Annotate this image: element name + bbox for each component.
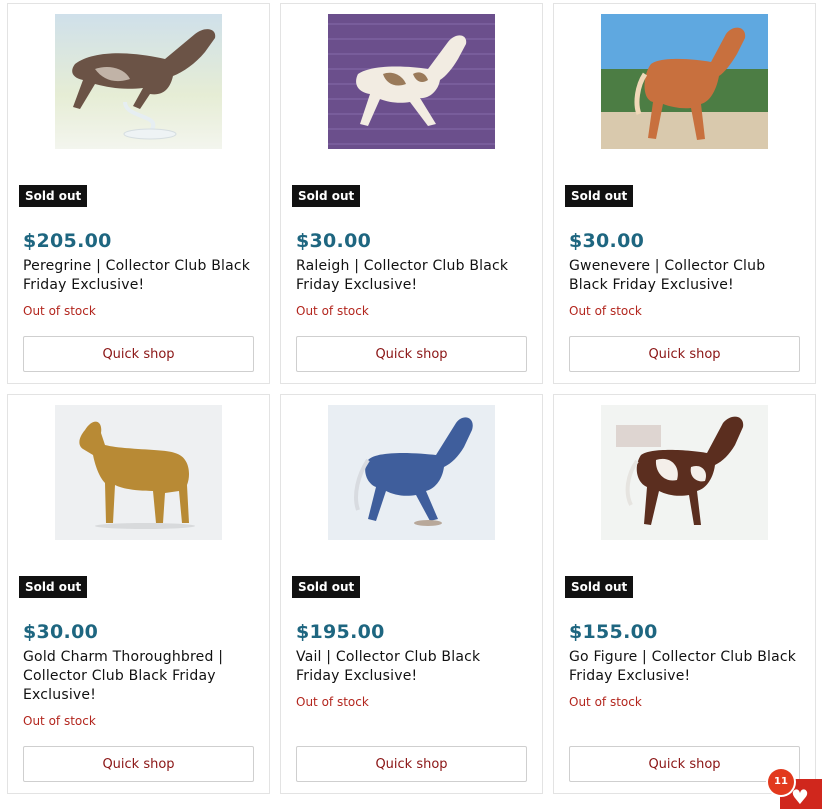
product-price: $30.00 [569, 230, 645, 252]
product-price: $30.00 [23, 621, 99, 643]
product-price: $205.00 [23, 230, 112, 252]
product-image[interactable] [55, 14, 222, 149]
product-title[interactable]: Gold Charm Thoroughbred | Collector Club… [23, 648, 253, 705]
stock-status: Out of stock [296, 695, 369, 709]
stock-status: Out of stock [569, 695, 642, 709]
product-card[interactable]: Sold out $30.00 Gold Charm Thoroughbred … [7, 394, 270, 794]
product-title[interactable]: Peregrine | Collector Club Black Friday … [23, 257, 253, 295]
sold-out-badge: Sold out [565, 576, 634, 598]
product-title[interactable]: Go Figure | Collector Club Black Friday … [569, 648, 799, 686]
heart-icon: ♥ [791, 785, 809, 809]
stock-status: Out of stock [23, 304, 96, 318]
product-image[interactable] [328, 14, 495, 149]
product-image[interactable] [601, 405, 768, 540]
quick-shop-button[interactable]: Quick shop [569, 746, 800, 782]
quick-shop-button[interactable]: Quick shop [296, 746, 527, 782]
product-title[interactable]: Gwenevere | Collector Club Black Friday … [569, 257, 799, 295]
stock-status: Out of stock [569, 304, 642, 318]
sold-out-badge: Sold out [565, 185, 634, 207]
product-card[interactable]: Sold out $155.00 Go Figure | Collector C… [553, 394, 816, 794]
quick-shop-button[interactable]: Quick shop [23, 336, 254, 372]
quick-shop-button[interactable]: Quick shop [296, 336, 527, 372]
product-title[interactable]: Vail | Collector Club Black Friday Exclu… [296, 648, 526, 686]
product-price: $195.00 [296, 621, 385, 643]
product-price: $30.00 [296, 230, 372, 252]
product-image[interactable] [55, 405, 222, 540]
wishlist-count-badge: 11 [768, 769, 794, 795]
product-card[interactable]: Sold out $195.00 Vail | Collector Club B… [280, 394, 543, 794]
sold-out-badge: Sold out [19, 576, 88, 598]
sold-out-badge: Sold out [292, 185, 361, 207]
product-price: $155.00 [569, 621, 658, 643]
sold-out-badge: Sold out [292, 576, 361, 598]
product-card[interactable]: Sold out $205.00 Peregrine | Collector C… [7, 3, 270, 384]
product-card[interactable]: Sold out $30.00 Raleigh | Collector Club… [280, 3, 543, 384]
stock-status: Out of stock [23, 714, 96, 728]
sold-out-badge: Sold out [19, 185, 88, 207]
stock-status: Out of stock [296, 304, 369, 318]
product-image[interactable] [328, 405, 495, 540]
quick-shop-button[interactable]: Quick shop [569, 336, 800, 372]
product-card[interactable]: Sold out $30.00 Gwenevere | Collector Cl… [553, 3, 816, 384]
quick-shop-button[interactable]: Quick shop [23, 746, 254, 782]
product-title[interactable]: Raleigh | Collector Club Black Friday Ex… [296, 257, 526, 295]
product-image[interactable] [601, 14, 768, 149]
